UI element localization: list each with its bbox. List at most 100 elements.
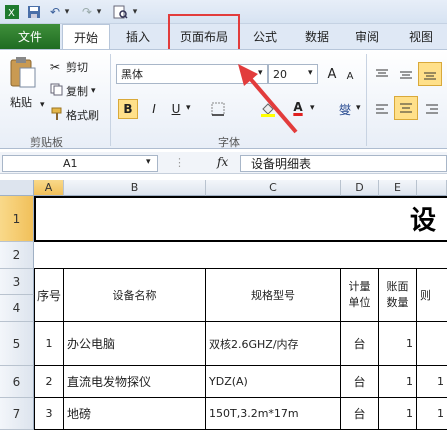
tab-view[interactable]: 视图 [400,24,442,49]
copy-button[interactable]: 复制 ▾ [50,83,96,99]
column-header-b[interactable]: B [64,180,206,196]
row-header-4[interactable]: 4 [0,295,34,322]
table-cell[interactable]: 1 [34,322,64,366]
formula-input[interactable]: 设备明细表 [240,155,447,172]
annotation-arrow-icon [238,64,298,134]
copy-dropdown-icon[interactable]: ▾ [91,86,96,96]
format-painter-button[interactable]: 格式刷 [50,107,99,123]
row-header-7[interactable]: 7 [0,398,34,430]
table-cell[interactable]: 双核2.6GHZ/内存 [206,322,341,366]
table-cell[interactable]: 1 [379,398,417,430]
column-header-e[interactable]: E [379,180,417,196]
row-header-6[interactable]: 6 [0,366,34,398]
table-cell[interactable] [417,322,447,366]
row-header-2[interactable]: 2 [0,242,34,269]
bold-button[interactable]: B [118,99,138,119]
header-seq[interactable]: 序号 [34,269,64,322]
table-cell[interactable]: 150T,3.2m*17m [206,398,341,430]
formula-bar-divider-icon: ⋮ [174,156,185,169]
group-divider [110,54,111,146]
group-divider [366,54,367,146]
header-extra[interactable]: 则 [417,269,447,322]
title-cell-text: 设 [410,206,437,236]
header-name[interactable]: 设备名称 [64,269,206,322]
column-header-c[interactable]: C [206,180,341,196]
name-box-value: A1 [63,157,78,170]
column-header-a[interactable]: A [34,180,64,196]
annotation-highlight-box [168,14,240,52]
table-cell[interactable]: 办公电脑 [64,322,206,366]
tab-data[interactable]: 数据 [296,24,338,49]
font-name-value: 黑体 [121,68,143,81]
header-unit[interactable]: 计量 单位 [341,269,379,322]
tab-file[interactable]: 文件 [0,24,60,49]
underline-button[interactable]: U [166,99,186,119]
header-qty[interactable]: 账面 数量 [379,269,417,322]
align-top-icon[interactable] [372,64,392,84]
font-size-dropdown-icon[interactable]: ▾ [308,68,313,78]
font-color-dropdown-icon[interactable]: ▾ [310,103,315,113]
row-2-blank[interactable] [34,242,447,269]
align-middle-icon[interactable] [396,64,416,84]
copy-icon [50,83,66,99]
paste-dropdown-icon[interactable]: ▾ [40,100,45,110]
table-cell[interactable]: YDZ(A) [206,366,341,398]
redo-dropdown-icon[interactable]: ▾ [94,3,104,21]
header-unit-line1: 计量 [348,280,371,293]
select-all-corner[interactable] [0,180,34,196]
tab-insert[interactable]: 插入 [114,24,162,49]
row-header-1[interactable]: 1 [0,196,34,242]
cut-button[interactable]: ✂ 剪切 [50,59,88,75]
print-preview-icon[interactable] [112,3,128,21]
insert-function-icon[interactable]: fx [217,155,228,169]
name-box-dropdown-icon[interactable]: ▾ [146,157,151,167]
paste-icon[interactable] [8,56,38,90]
align-bottom-icon[interactable] [418,62,442,86]
row-header-3[interactable]: 3 [0,269,34,295]
table-cell[interactable]: 1 [417,398,447,430]
table-cell[interactable]: 3 [34,398,64,430]
redo-icon[interactable]: ↷ [80,3,94,21]
table-cell[interactable]: 地磅 [64,398,206,430]
save-icon[interactable] [26,3,42,21]
undo-icon[interactable]: ↶ [48,3,62,21]
undo-dropdown-icon[interactable]: ▾ [62,3,72,21]
align-center-icon[interactable] [394,96,418,120]
table-cell[interactable]: 直流电发物探仪 [64,366,206,398]
table-cell[interactable]: 1 [379,322,417,366]
formula-value: 设备明细表 [251,157,312,171]
name-box[interactable]: A1 [2,155,158,172]
copy-label: 复制 [66,85,88,98]
header-qty-line2: 数量 [386,296,409,309]
format-painter-label: 格式刷 [66,109,99,122]
column-header-d[interactable]: D [341,180,379,196]
tab-home[interactable]: 开始 [62,24,110,49]
table-cell[interactable]: 1 [417,366,447,398]
phonetic-guide-icon[interactable]: 燮 [334,99,356,119]
table-cell[interactable]: 2 [34,366,64,398]
borders-icon[interactable] [208,99,228,119]
tab-formulas[interactable]: 公式 [244,24,286,49]
excel-logo-icon[interactable]: X [4,3,20,21]
paste-button[interactable]: 粘贴 [10,94,32,110]
customize-qat-icon[interactable]: ▾ [130,3,140,21]
header-spec[interactable]: 规格型号 [206,269,341,322]
row-header-5[interactable]: 5 [0,322,34,366]
table-cell[interactable]: 台 [341,366,379,398]
tab-review[interactable]: 审阅 [346,24,388,49]
align-right-icon[interactable] [422,99,442,119]
table-cell[interactable]: 台 [341,322,379,366]
italic-button[interactable]: I [144,99,164,119]
phonetic-dropdown-icon[interactable]: ▾ [356,103,361,113]
column-header-f[interactable] [417,180,447,196]
header-unit-line2: 单位 [348,296,371,309]
table-cell[interactable]: 台 [341,398,379,430]
table-cell[interactable]: 1 [379,366,417,398]
paintbrush-icon [50,107,66,123]
underline-dropdown-icon[interactable]: ▾ [186,103,191,113]
align-left-icon[interactable] [372,99,392,119]
title-cell-selected[interactable] [34,196,447,242]
grow-font-icon[interactable]: A [322,64,342,84]
scissors-icon: ✂ [50,60,61,74]
shrink-font-icon[interactable]: A [340,66,360,86]
